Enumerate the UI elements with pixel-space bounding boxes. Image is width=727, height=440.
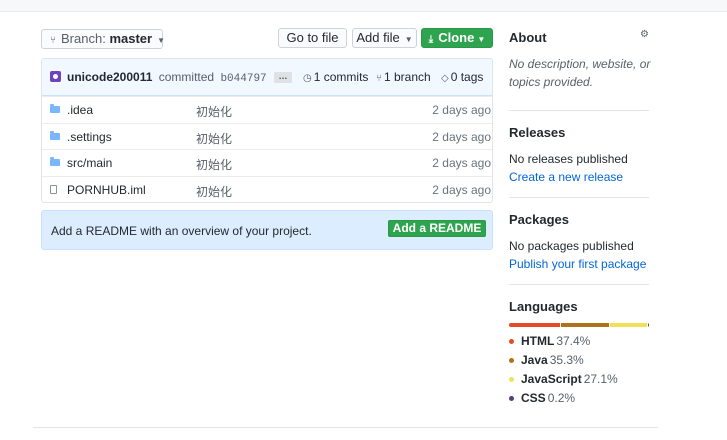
language-percent: 27.1% <box>583 372 618 386</box>
branch-name: master <box>109 31 153 46</box>
about-description-line-1: No description, website, or <box>509 57 651 71</box>
language-name: HTML <box>521 334 555 348</box>
clone-label: Clone <box>438 30 475 45</box>
language-item-javascript[interactable]: JavaScript 27.1% <box>509 372 618 386</box>
avatar[interactable] <box>50 71 61 82</box>
divider <box>509 110 649 111</box>
branch-select-button[interactable]: ⑂ Branch: master ▼ <box>41 29 165 49</box>
packages-heading[interactable]: Packages <box>509 212 569 227</box>
go-to-file-button[interactable]: Go to file <box>278 28 347 48</box>
language-bar-segment-javascript[interactable] <box>610 323 648 327</box>
language-item-css[interactable]: CSS 0.2% <box>509 391 575 405</box>
about-description-line-2: topics provided. <box>509 75 594 89</box>
file-commit-message[interactable]: 初始化 <box>196 183 232 200</box>
chevron-down-icon: ▼ <box>477 35 486 44</box>
branch-label: Branch: <box>61 31 106 46</box>
languages-heading: Languages <box>509 299 578 314</box>
language-name: CSS <box>521 391 546 405</box>
clone-button[interactable]: ⤓ Clone ▼ <box>421 28 493 48</box>
git-branch-icon: ⑂ <box>50 35 56 46</box>
language-percent: 35.3% <box>549 353 584 367</box>
releases-status: No releases published <box>509 152 628 166</box>
releases-heading[interactable]: Releases <box>509 125 565 140</box>
commit-action: committed <box>158 70 215 84</box>
repository-page: ⑂ Branch: master ▼ Go to file Add file ▼ ⤓ C… <box>0 0 727 440</box>
latest-commit-bar: unicode200011 committed b044797 ... … ◷ 1… <box>42 59 492 96</box>
tags-link[interactable]: ◇ 0 tags <box>441 70 483 84</box>
language-name: Java <box>521 353 548 367</box>
git-branch-icon: ⑂ <box>376 73 382 84</box>
language-bar-segment-java[interactable] <box>560 323 610 327</box>
publish-package-link[interactable]: Publish your first package <box>509 257 646 271</box>
file-commit-message[interactable]: 初始化 <box>196 156 232 173</box>
file-icon <box>50 185 57 194</box>
divider <box>509 284 649 285</box>
download-icon: ⤓ <box>428 34 434 45</box>
folder-icon <box>50 131 60 140</box>
file-commit-message[interactable]: 初始化 <box>196 130 232 147</box>
file-name[interactable]: PORNHUB.iml <box>67 183 146 197</box>
file-age: 2 days ago <box>432 183 491 197</box>
branches-count: 1 branch <box>384 70 431 84</box>
file-listing: unicode200011 committed b044797 ... … ◷ 1… <box>41 58 493 203</box>
commits-count: 1 commits <box>313 70 369 84</box>
branches-link[interactable]: ⑂ 1 branch <box>376 70 431 84</box>
commit-summary: unicode200011 committed b044797 ... <box>67 70 293 85</box>
file-age: 2 days ago <box>432 103 491 117</box>
history-icon: ◷ <box>303 73 312 84</box>
file-name[interactable]: src/main <box>67 156 112 170</box>
add-file-button[interactable]: Add file ▼ <box>352 28 417 48</box>
header-strip <box>0 0 727 12</box>
language-bar <box>509 323 649 327</box>
file-commit-message[interactable]: 初始化 <box>196 103 232 120</box>
packages-status: No packages published <box>509 239 634 253</box>
footer-divider <box>33 427 658 428</box>
folder-icon <box>50 104 60 113</box>
create-release-link[interactable]: Create a new release <box>509 170 623 184</box>
file-row[interactable]: .idea 初始化 2 days ago <box>42 96 492 123</box>
file-name[interactable]: .idea <box>67 103 93 117</box>
chevron-down-icon: ▼ <box>157 36 165 45</box>
language-dot <box>509 339 514 344</box>
file-name[interactable]: .settings <box>67 130 112 144</box>
commit-author[interactable]: unicode200011 <box>67 70 152 84</box>
file-row[interactable]: src/main 初始化 2 days ago <box>42 149 492 176</box>
language-bar-segment-css[interactable] <box>648 323 649 327</box>
add-file-label: Add file <box>356 30 400 45</box>
language-percent: 37.4% <box>556 334 591 348</box>
about-heading: About <box>509 30 547 45</box>
commits-link[interactable]: ◷ 1 commits <box>303 70 368 84</box>
language-name: JavaScript <box>521 372 582 386</box>
gear-icon[interactable]: ⚙ <box>640 29 649 40</box>
readme-prompt-text: Add a README with an overview of your pr… <box>51 224 312 238</box>
tags-count: 0 tags <box>450 70 484 84</box>
language-item-html[interactable]: HTML 37.4% <box>509 334 590 348</box>
language-dot <box>509 358 514 363</box>
language-dot <box>509 396 514 401</box>
file-age: 2 days ago <box>432 130 491 144</box>
chevron-down-icon: ▼ <box>404 35 413 44</box>
divider <box>509 197 649 198</box>
file-age: 2 days ago <box>432 156 491 170</box>
expand-commit-button[interactable]: … <box>274 72 292 83</box>
tag-icon: ◇ <box>441 73 449 84</box>
language-item-java[interactable]: Java 35.3% <box>509 353 584 367</box>
file-row[interactable]: PORNHUB.iml 初始化 2 days ago <box>42 176 492 202</box>
language-percent: 0.2% <box>547 391 576 405</box>
language-bar-segment-html[interactable] <box>509 323 560 327</box>
folder-icon <box>50 157 60 166</box>
add-readme-button[interactable]: Add a README <box>388 220 486 237</box>
file-row[interactable]: .settings 初始化 2 days ago <box>42 123 492 150</box>
readme-prompt: Add a README with an overview of your pr… <box>41 210 493 250</box>
language-dot <box>509 377 514 382</box>
